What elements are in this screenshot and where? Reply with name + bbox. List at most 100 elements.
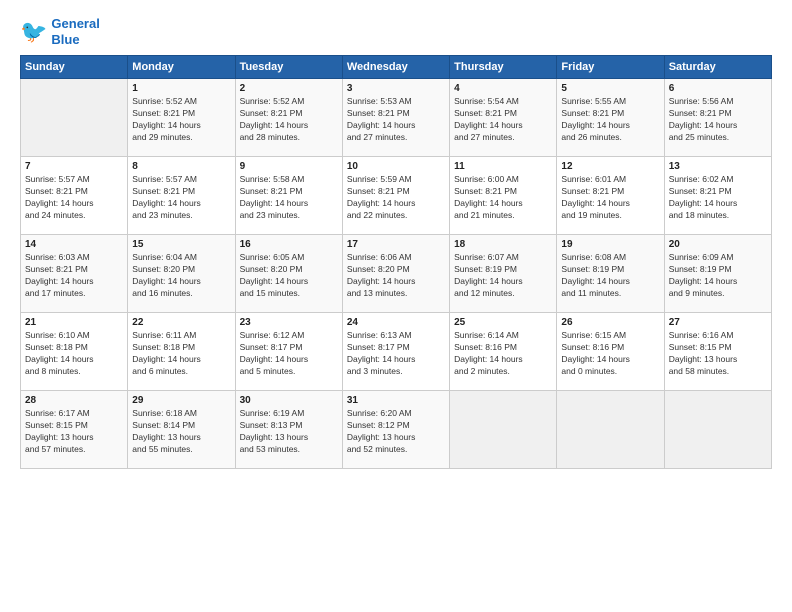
- calendar-table: SundayMondayTuesdayWednesdayThursdayFrid…: [20, 55, 772, 469]
- calendar-cell: 21Sunrise: 6:10 AM Sunset: 8:18 PM Dayli…: [21, 313, 128, 391]
- day-number: 9: [240, 161, 338, 172]
- calendar-cell: 23 Sunrise: 6:12 AM Sunset: 8:17 PM Dayli…: [235, 313, 342, 391]
- day-info: Sunrise: 6:00 AM Sunset: 8:21 PM Dayligh…: [454, 174, 552, 222]
- day-info: Sunrise: 5:58 AM Sunset: 8:21 PM Dayligh…: [240, 174, 338, 222]
- calendar-cell: 16 Sunrise: 6:05 AM Sunset: 8:20 PM Dayli…: [235, 235, 342, 313]
- calendar-cell: 24 Sunrise: 6:13 AM Sunset: 8:17 PM Dayli…: [342, 313, 449, 391]
- calendar-cell: [664, 391, 771, 469]
- calendar-cell: 9 Sunrise: 5:58 AM Sunset: 8:21 PM Daylig…: [235, 157, 342, 235]
- calendar-cell: 13 Sunrise: 6:02 AM Sunset: 8:21 PM Dayli…: [664, 157, 771, 235]
- header-sunday: Sunday: [21, 56, 128, 79]
- day-info: Sunrise: 5:53 AM Sunset: 8:21 PM Dayligh…: [347, 96, 445, 144]
- calendar-cell: 10 Sunrise: 5:59 AM Sunset: 8:21 PM Dayli…: [342, 157, 449, 235]
- calendar-cell: [557, 391, 664, 469]
- day-info: Sunrise: 6:13 AM Sunset: 8:17 PM Dayligh…: [347, 330, 445, 378]
- calendar-cell: 5 Sunrise: 5:55 AM Sunset: 8:21 PM Daylig…: [557, 79, 664, 157]
- logo-icon: 🐦: [20, 19, 47, 45]
- day-number: 2: [240, 83, 338, 94]
- day-number: 17: [347, 239, 445, 250]
- day-number: 31: [347, 395, 445, 406]
- calendar-cell: 7 Sunrise: 5:57 AM Sunset: 8:21 PM Daylig…: [21, 157, 128, 235]
- calendar-cell: 27 Sunrise: 6:16 AM Sunset: 8:15 PM Dayli…: [664, 313, 771, 391]
- day-info: Sunrise: 5:57 AM Sunset: 8:21 PM Dayligh…: [132, 174, 230, 222]
- day-info: Sunrise: 6:07 AM Sunset: 8:19 PM Dayligh…: [454, 252, 552, 300]
- day-info: Sunrise: 6:03 AM Sunset: 8:21 PM Dayligh…: [25, 252, 123, 300]
- day-info: Sunrise: 5:56 AM Sunset: 8:21 PM Dayligh…: [669, 96, 767, 144]
- day-number: 10: [347, 161, 445, 172]
- calendar-cell: 12 Sunrise: 6:01 AM Sunset: 8:21 PM Dayli…: [557, 157, 664, 235]
- header-monday: Monday: [128, 56, 235, 79]
- day-number: 23: [240, 317, 338, 328]
- day-info: Sunrise: 6:10 AM Sunset: 8:18 PM Dayligh…: [25, 330, 123, 378]
- day-info: Sunrise: 6:04 AM Sunset: 8:20 PM Dayligh…: [132, 252, 230, 300]
- header-thursday: Thursday: [450, 56, 557, 79]
- calendar-cell: 1 Sunrise: 5:52 AM Sunset: 8:21 PM Daylig…: [128, 79, 235, 157]
- header-friday: Friday: [557, 56, 664, 79]
- day-number: 4: [454, 83, 552, 94]
- calendar-cell: [21, 79, 128, 157]
- day-info: Sunrise: 6:17 AM Sunset: 8:15 PM Dayligh…: [25, 408, 123, 456]
- day-info: Sunrise: 5:52 AM Sunset: 8:21 PM Dayligh…: [240, 96, 338, 144]
- calendar-cell: 26 Sunrise: 6:15 AM Sunset: 8:16 PM Dayli…: [557, 313, 664, 391]
- day-number: 16: [240, 239, 338, 250]
- calendar-week-2: 7 Sunrise: 5:57 AM Sunset: 8:21 PM Daylig…: [21, 157, 772, 235]
- day-info: Sunrise: 6:01 AM Sunset: 8:21 PM Dayligh…: [561, 174, 659, 222]
- day-number: 22: [132, 317, 230, 328]
- day-info: Sunrise: 5:55 AM Sunset: 8:21 PM Dayligh…: [561, 96, 659, 144]
- calendar-cell: 20Sunrise: 6:09 AM Sunset: 8:19 PM Dayli…: [664, 235, 771, 313]
- day-number: 19: [561, 239, 659, 250]
- logo: 🐦 GeneralBlue: [20, 16, 100, 47]
- header-tuesday: Tuesday: [235, 56, 342, 79]
- calendar-cell: 31Sunrise: 6:20 AM Sunset: 8:12 PM Dayli…: [342, 391, 449, 469]
- calendar-cell: 11 Sunrise: 6:00 AM Sunset: 8:21 PM Dayli…: [450, 157, 557, 235]
- day-number: 26: [561, 317, 659, 328]
- day-number: 11: [454, 161, 552, 172]
- day-number: 15: [132, 239, 230, 250]
- day-info: Sunrise: 6:15 AM Sunset: 8:16 PM Dayligh…: [561, 330, 659, 378]
- calendar-cell: 19 Sunrise: 6:08 AM Sunset: 8:19 PM Dayli…: [557, 235, 664, 313]
- logo-text: GeneralBlue: [51, 16, 99, 47]
- calendar-cell: 25Sunrise: 6:14 AM Sunset: 8:16 PM Dayli…: [450, 313, 557, 391]
- day-number: 14: [25, 239, 123, 250]
- day-number: 6: [669, 83, 767, 94]
- calendar-cell: 8 Sunrise: 5:57 AM Sunset: 8:21 PM Daylig…: [128, 157, 235, 235]
- day-number: 7: [25, 161, 123, 172]
- calendar-cell: 28 Sunrise: 6:17 AM Sunset: 8:15 PM Dayli…: [21, 391, 128, 469]
- day-info: Sunrise: 5:54 AM Sunset: 8:21 PM Dayligh…: [454, 96, 552, 144]
- calendar-cell: [450, 391, 557, 469]
- calendar-week-5: 28 Sunrise: 6:17 AM Sunset: 8:15 PM Dayli…: [21, 391, 772, 469]
- day-info: Sunrise: 6:05 AM Sunset: 8:20 PM Dayligh…: [240, 252, 338, 300]
- day-number: 8: [132, 161, 230, 172]
- day-info: Sunrise: 6:02 AM Sunset: 8:21 PM Dayligh…: [669, 174, 767, 222]
- calendar-cell: 30Sunrise: 6:19 AM Sunset: 8:13 PM Dayli…: [235, 391, 342, 469]
- day-number: 18: [454, 239, 552, 250]
- day-number: 13: [669, 161, 767, 172]
- day-number: 24: [347, 317, 445, 328]
- day-info: Sunrise: 5:52 AM Sunset: 8:21 PM Dayligh…: [132, 96, 230, 144]
- day-number: 27: [669, 317, 767, 328]
- calendar-cell: 2 Sunrise: 5:52 AM Sunset: 8:21 PM Daylig…: [235, 79, 342, 157]
- day-info: Sunrise: 6:18 AM Sunset: 8:14 PM Dayligh…: [132, 408, 230, 456]
- calendar-cell: 4 Sunrise: 5:54 AM Sunset: 8:21 PM Daylig…: [450, 79, 557, 157]
- day-number: 12: [561, 161, 659, 172]
- header-saturday: Saturday: [664, 56, 771, 79]
- page-header: 🐦 GeneralBlue: [20, 16, 772, 47]
- calendar-cell: 17Sunrise: 6:06 AM Sunset: 8:20 PM Dayli…: [342, 235, 449, 313]
- day-info: Sunrise: 6:14 AM Sunset: 8:16 PM Dayligh…: [454, 330, 552, 378]
- day-info: Sunrise: 6:16 AM Sunset: 8:15 PM Dayligh…: [669, 330, 767, 378]
- day-info: Sunrise: 6:08 AM Sunset: 8:19 PM Dayligh…: [561, 252, 659, 300]
- day-info: Sunrise: 6:12 AM Sunset: 8:17 PM Dayligh…: [240, 330, 338, 378]
- day-info: Sunrise: 5:57 AM Sunset: 8:21 PM Dayligh…: [25, 174, 123, 222]
- day-number: 29: [132, 395, 230, 406]
- day-number: 20: [669, 239, 767, 250]
- day-info: Sunrise: 5:59 AM Sunset: 8:21 PM Dayligh…: [347, 174, 445, 222]
- day-info: Sunrise: 6:11 AM Sunset: 8:18 PM Dayligh…: [132, 330, 230, 378]
- day-number: 5: [561, 83, 659, 94]
- calendar-cell: 14 Sunrise: 6:03 AM Sunset: 8:21 PM Dayli…: [21, 235, 128, 313]
- header-wednesday: Wednesday: [342, 56, 449, 79]
- day-number: 28: [25, 395, 123, 406]
- day-number: 1: [132, 83, 230, 94]
- calendar-cell: 29 Sunrise: 6:18 AM Sunset: 8:14 PM Dayli…: [128, 391, 235, 469]
- calendar-cell: 22 Sunrise: 6:11 AM Sunset: 8:18 PM Dayli…: [128, 313, 235, 391]
- calendar-cell: 6 Sunrise: 5:56 AM Sunset: 8:21 PM Daylig…: [664, 79, 771, 157]
